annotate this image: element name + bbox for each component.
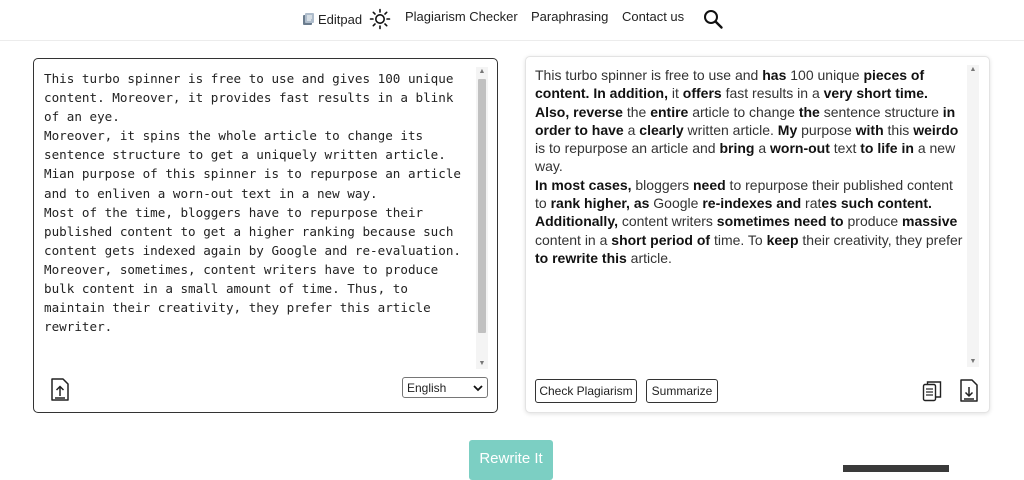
rewritten-phrase: Additionally, [535,213,618,230]
output-phrase: purpose [797,121,856,138]
download-button[interactable] [958,378,980,404]
rewritten-phrase: to life in [860,140,914,157]
output-phrase: written article. [683,121,778,138]
rewritten-phrase: re-indexes and [702,195,802,212]
output-phrase: content in a [535,231,612,248]
output-phrase: time. To [710,231,767,248]
rewritten-phrase: rank higher, as [550,195,650,212]
rewritten-phrase: worn-out [770,140,830,157]
rewritten-phrase: weirdo [913,121,959,138]
rewritten-phrase: with [855,121,884,138]
rewritten-phrase: Also, reverse [535,103,623,120]
language-select[interactable]: English [402,377,488,398]
output-phrase: content writers [617,213,717,230]
output-phrase: fast results in a [721,85,824,102]
nav-paraphrasing[interactable]: Paraphrasing [531,9,608,24]
rewritten-phrase: es such content. [821,195,932,212]
output-phrase: This turbo spinner is free to use and [535,67,763,83]
output-phrase: Google [649,195,703,212]
copy-button[interactable] [921,379,943,403]
rewritten-phrase: In most cases, [535,176,632,193]
rewritten-phrase: need [692,176,726,193]
top-navbar: Editpad Plagiarism Checker Paraphrasing … [0,0,1024,41]
scroll-down-arrow-icon[interactable]: ▼ [967,357,979,367]
brand-link[interactable]: Editpad [302,8,362,30]
input-scroll-thumb[interactable] [478,79,486,333]
output-panel: This turbo spinner is free to use and ha… [525,56,990,413]
rewritten-phrase: bring [719,140,755,157]
rewritten-phrase: massive [902,213,958,230]
rewritten-phrase: sometimes need to [716,213,844,230]
rewrite-button[interactable]: Rewrite It [469,440,553,480]
input-scrollbar[interactable]: ▲ ▼ [476,67,488,369]
language-selected: English [407,380,447,395]
output-phrase: their creativity, they prefer [798,231,963,248]
scroll-up-arrow-icon[interactable]: ▲ [476,67,488,77]
editpad-logo-icon [303,13,314,25]
output-phrase: 100 unique [786,67,864,83]
output-phrase: rat [801,195,822,212]
sun-icon[interactable] [369,8,391,30]
output-scrollbar[interactable]: ▲ ▼ [967,65,979,367]
chevron-down-icon [473,384,483,391]
output-phrase: article to change [688,103,799,120]
output-phrase: this [883,121,914,138]
rewritten-phrase: offers [682,85,722,102]
download-icon [960,379,978,402]
output-phrase: the [622,103,651,120]
output-phrase: a [754,140,771,157]
check-plagiarism-button[interactable]: Check Plagiarism [535,379,637,403]
output-text[interactable]: This turbo spinner is free to use and ha… [535,66,965,366]
nav-contact-us[interactable]: Contact us [622,9,684,24]
output-phrase: produce [843,213,902,230]
output-phrase: it [668,85,683,102]
scroll-down-arrow-icon[interactable]: ▼ [476,359,488,369]
upload-icon [51,378,69,401]
rewritten-phrase: keep [766,231,799,248]
search-icon[interactable] [702,8,724,30]
output-phrase: sentence structure [819,103,943,120]
nav-plagiarism-checker[interactable]: Plagiarism Checker [405,9,518,24]
input-panel: This turbo spinner is free to use and gi… [33,58,498,413]
rewritten-phrase: the [798,103,820,120]
floating-widget[interactable] [843,465,949,472]
rewritten-phrase: My [777,121,798,138]
output-phrase: is to repurpose an article and [535,140,720,157]
rewritten-phrase: to rewrite this [535,249,627,266]
output-phrase: article. [626,249,672,266]
rewritten-phrase: entire [650,103,689,120]
summarize-button[interactable]: Summarize [646,379,718,403]
rewritten-phrase: has [762,67,787,83]
rewritten-phrase: short period of [611,231,711,248]
copy-icon [922,381,942,402]
rewritten-phrase: very short time. [823,85,928,102]
output-phrase: a [623,121,640,138]
input-textarea[interactable]: This turbo spinner is free to use and gi… [44,69,469,372]
upload-file-button[interactable] [48,377,72,403]
brand-name: Editpad [318,11,363,27]
output-phrase: text [829,140,861,157]
scroll-up-arrow-icon[interactable]: ▲ [967,65,979,75]
output-phrase: bloggers [631,176,693,193]
rewritten-phrase: clearly [639,121,684,138]
